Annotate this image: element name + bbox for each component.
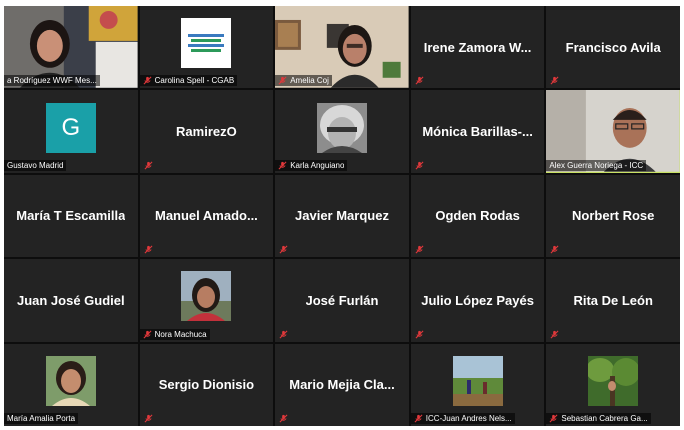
participant-name: Mario Mejia Cla...: [289, 377, 395, 393]
microphone-muted-icon: [144, 245, 153, 254]
participant-profile-photo: [588, 355, 639, 406]
participant-profile-photo: [45, 355, 96, 406]
participant-name-label: Sebastian Cabrera Ga...: [546, 413, 651, 424]
participant-profile-photo: [316, 102, 367, 153]
participant-tile[interactable]: José Furlán: [275, 259, 409, 342]
microphone-muted-icon: [279, 414, 288, 423]
microphone-muted-icon: [550, 330, 559, 339]
microphone-muted-icon: [278, 161, 287, 170]
microphone-muted-icon: [143, 76, 152, 85]
participant-profile-photo: [181, 271, 232, 322]
participant-tile[interactable]: Norbert Rose: [546, 174, 680, 258]
microphone-muted-icon: [144, 161, 153, 170]
microphone-muted-icon: [549, 414, 558, 423]
microphone-muted-icon: [279, 330, 288, 339]
participant-name-label: Gustavo Madrid: [4, 159, 67, 171]
microphone-muted-icon: [414, 414, 423, 423]
participant-name: Francisco Avila: [565, 39, 661, 55]
participant-name: RamirezO: [176, 124, 237, 140]
participant-name-label: Alex Guerra Noriega - ICC: [546, 159, 647, 171]
microphone-muted-icon: [415, 161, 424, 170]
microphone-muted-icon: [415, 76, 424, 85]
participant-name-label: ICC-Juan Andres Nels...: [410, 413, 515, 424]
participant-tile[interactable]: RamirezO: [139, 90, 274, 173]
participant-tile[interactable]: Carolina Spell - CGAB: [139, 6, 274, 89]
participant-name: Mónica Barillas-...: [422, 124, 533, 140]
participant-name: María T Escamilla: [16, 208, 126, 224]
participant-tile[interactable]: María Amalia Porta: [4, 343, 138, 426]
microphone-muted-icon: [550, 245, 559, 254]
microphone-muted-icon: [278, 76, 287, 85]
participant-name: Javier Marquez: [295, 208, 389, 224]
microphone-muted-icon: [279, 245, 288, 254]
participant-profile-photo: [452, 355, 503, 406]
participant-name: Manuel Amado...: [154, 208, 258, 224]
participant-name: Irene Zamora W...: [423, 39, 532, 55]
participant-name-label: a Rodríguez WWF Mes...: [4, 75, 100, 87]
participant-name: Ogden Rodas: [435, 208, 520, 224]
participant-tile[interactable]: Mónica Barillas-...: [410, 90, 545, 173]
participant-tile[interactable]: Sergio Dionisio: [139, 343, 274, 426]
participant-name-label: Amelia Coj: [275, 75, 332, 87]
participant-tile[interactable]: a Rodríguez WWF Mes...: [4, 6, 138, 89]
participant-name-label: Karla Anguiano: [275, 159, 348, 171]
participant-tile[interactable]: Javier Marquez: [275, 174, 409, 258]
participant-tile[interactable]: G Gustavo Madrid: [4, 90, 138, 173]
participant-tile-active-speaker[interactable]: Alex Guerra Noriega - ICC: [546, 90, 680, 173]
participant-name: Norbert Rose: [572, 208, 655, 224]
microphone-muted-icon: [415, 330, 424, 339]
microphone-muted-icon: [415, 245, 424, 254]
gallery-view-grid: a Rodríguez WWF Mes... Carolina Spell - …: [4, 6, 680, 426]
participant-tile[interactable]: Ogden Rodas: [410, 174, 545, 258]
participant-tile[interactable]: Juan José Gudiel: [4, 259, 138, 342]
participant-tile[interactable]: Francisco Avila: [546, 6, 680, 89]
participant-name-label: Nora Machuca: [139, 328, 210, 340]
participant-name: Rita De León: [573, 292, 653, 308]
microphone-muted-icon: [550, 76, 559, 85]
participant-tile[interactable]: Nora Machuca: [139, 259, 274, 342]
participant-tile[interactable]: Amelia Coj: [275, 6, 409, 89]
participant-name: Sergio Dionisio: [158, 377, 255, 393]
participant-tile[interactable]: ICC-Juan Andres Nels...: [410, 343, 545, 426]
microphone-muted-icon: [143, 330, 152, 339]
participant-tile[interactable]: Julio López Payés: [410, 259, 545, 342]
participant-tile[interactable]: Sebastian Cabrera Ga...: [546, 343, 680, 426]
organization-logo: [181, 18, 232, 69]
participant-tile[interactable]: Rita De León: [546, 259, 680, 342]
participant-name: Juan José Gudiel: [16, 292, 125, 308]
participant-tile[interactable]: María T Escamilla: [4, 174, 138, 258]
microphone-muted-icon: [144, 414, 153, 423]
participant-name: José Furlán: [305, 292, 379, 308]
participant-tile[interactable]: Irene Zamora W...: [410, 6, 545, 89]
participant-tile[interactable]: Mario Mejia Cla...: [275, 343, 409, 426]
participant-avatar: G: [45, 102, 96, 153]
participant-tile[interactable]: Karla Anguiano: [275, 90, 409, 173]
participant-tile[interactable]: Manuel Amado...: [139, 174, 274, 258]
participant-name: Julio López Payés: [421, 292, 534, 308]
participant-name-label: María Amalia Porta: [4, 413, 79, 424]
participant-name-label: Carolina Spell - CGAB: [139, 75, 238, 87]
